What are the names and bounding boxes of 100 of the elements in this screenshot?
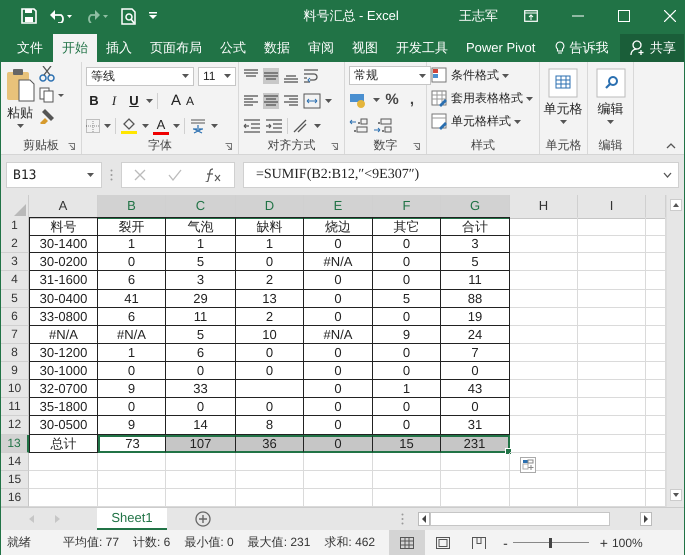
row-header[interactable]: 14 xyxy=(1,452,29,471)
scroll-right-icon[interactable] xyxy=(640,512,652,526)
caret-icon[interactable] xyxy=(419,74,426,78)
caret-icon[interactable] xyxy=(142,124,149,128)
close-icon[interactable] xyxy=(664,10,676,22)
ribbon-tab[interactable]: 视图 xyxy=(343,34,387,62)
format-painter-icon[interactable] xyxy=(39,108,55,124)
comma-button[interactable]: , xyxy=(404,91,420,109)
caret-icon[interactable] xyxy=(314,124,321,128)
increase-indent-icon[interactable] xyxy=(265,118,283,134)
file-tab[interactable]: 文件 xyxy=(1,34,53,62)
insert-function-icon[interactable] xyxy=(204,168,222,182)
caret-icon[interactable] xyxy=(607,120,614,124)
caret-icon[interactable] xyxy=(526,96,533,100)
customize-icon[interactable] xyxy=(149,12,157,20)
zoom-out-button[interactable]: - xyxy=(503,534,508,550)
column-header[interactable]: C xyxy=(166,195,236,219)
caret-icon[interactable] xyxy=(146,99,153,103)
person-add-icon[interactable] xyxy=(630,40,646,56)
row-header[interactable]: 4 xyxy=(1,271,29,290)
dialog-launcher-icon[interactable] xyxy=(331,143,338,150)
maximize-icon[interactable] xyxy=(618,10,630,22)
caret-icon[interactable] xyxy=(560,120,566,124)
zoom-in-button[interactable]: + xyxy=(600,534,608,550)
page-break-icon[interactable] xyxy=(472,536,486,548)
shrink-font-button[interactable]: A xyxy=(182,92,198,110)
view-button[interactable] xyxy=(389,530,426,555)
quick-analysis-icon[interactable] xyxy=(520,456,536,473)
zoom-thumb[interactable] xyxy=(548,538,552,548)
copy-icon[interactable] xyxy=(39,87,65,103)
dialog-launcher-icon[interactable] xyxy=(413,143,420,150)
column-header[interactable]: D xyxy=(236,195,304,219)
align-center-icon[interactable] xyxy=(263,93,279,109)
bold-button[interactable]: B xyxy=(86,92,102,110)
underline-button[interactable]: U xyxy=(126,92,142,110)
caret-icon[interactable] xyxy=(87,173,94,177)
caret-icon[interactable] xyxy=(514,120,521,124)
caret-icon[interactable] xyxy=(373,98,380,102)
column-header[interactable]: B xyxy=(98,195,166,219)
row-header[interactable]: 13 xyxy=(1,434,29,453)
redo-icon[interactable] xyxy=(85,9,109,23)
increase-decimal-icon[interactable] xyxy=(349,117,369,133)
caret-icon[interactable] xyxy=(502,74,509,78)
wrap-text-icon[interactable] xyxy=(303,68,321,84)
lightbulb-icon[interactable] xyxy=(555,41,566,55)
ribbon-display-icon[interactable] xyxy=(524,10,538,22)
horizontal-scrollbar[interactable] xyxy=(418,512,652,526)
row-header[interactable]: 7 xyxy=(1,326,29,344)
font-color-button[interactable]: A xyxy=(153,118,169,134)
row-header[interactable]: 1 xyxy=(1,217,29,236)
row-header[interactable]: 15 xyxy=(1,470,29,489)
ribbon-tab[interactable]: 数据 xyxy=(255,34,299,62)
scrollbar-thumb[interactable] xyxy=(430,512,610,526)
cell-styles-button[interactable]: 单元格样式 xyxy=(431,112,533,131)
name-box[interactable]: B13 xyxy=(6,162,102,188)
ribbon-tab[interactable]: 页面布局 xyxy=(141,34,211,62)
cells-button[interactable]: 单元格 xyxy=(544,66,582,136)
column-header[interactable]: I xyxy=(578,195,646,219)
ribbon-tab[interactable]: Power Pivot xyxy=(457,34,544,62)
paste-button[interactable]: 粘贴 xyxy=(5,66,35,136)
row-header[interactable]: 8 xyxy=(1,344,29,362)
row-header[interactable]: 16 xyxy=(1,488,29,508)
italic-button[interactable]: I xyxy=(106,92,122,110)
column-header[interactable]: F xyxy=(373,195,441,219)
row-header[interactable]: 9 xyxy=(1,362,29,380)
row-header[interactable]: 3 xyxy=(1,253,29,272)
caret-icon[interactable] xyxy=(325,99,332,103)
borders-icon[interactable] xyxy=(86,119,100,133)
conditional-format-button[interactable]: 条件格式 xyxy=(431,66,533,85)
row-header[interactable]: 12 xyxy=(1,416,29,435)
caret-icon[interactable] xyxy=(173,124,180,128)
sheet-tab[interactable]: Sheet1 xyxy=(97,508,167,530)
expand-icon[interactable] xyxy=(663,172,672,178)
row-header[interactable]: 6 xyxy=(1,308,29,326)
add-sheet-icon[interactable] xyxy=(195,511,211,527)
scroll-left-icon[interactable] xyxy=(418,512,430,526)
cut-icon[interactable] xyxy=(39,66,55,82)
ribbon-tab[interactable]: 插入 xyxy=(97,34,141,62)
dialog-launcher-icon[interactable] xyxy=(68,143,75,150)
align-middle-icon[interactable] xyxy=(263,68,279,84)
fill-handle[interactable] xyxy=(505,448,512,455)
percent-button[interactable]: % xyxy=(384,91,400,109)
collapse-ribbon-icon[interactable] xyxy=(666,143,676,149)
tell-me-button[interactable]: 告诉我 xyxy=(546,34,618,62)
caret-icon[interactable] xyxy=(104,124,111,128)
caret-icon[interactable] xyxy=(211,124,218,128)
formula-field[interactable]: =SUMIF(B2:B12,″<9E307″) xyxy=(243,162,679,188)
row-header[interactable]: 10 xyxy=(1,380,29,398)
column-header[interactable]: A xyxy=(29,195,98,219)
merge-center-icon[interactable] xyxy=(303,93,321,109)
font-size-field[interactable]: 11 xyxy=(198,66,236,86)
number-format-field[interactable]: 常规 xyxy=(349,66,431,85)
print-preview-icon[interactable] xyxy=(121,8,137,24)
caret-icon[interactable] xyxy=(224,74,231,78)
format-table-button[interactable]: 套用表格格式 xyxy=(431,89,533,108)
fill-color-icon[interactable] xyxy=(120,118,138,134)
zoom-level[interactable]: 100% xyxy=(612,536,643,550)
row-header[interactable]: 11 xyxy=(1,398,29,416)
ribbon-tab[interactable]: 审阅 xyxy=(299,34,343,62)
editing-button[interactable]: 编辑 xyxy=(592,66,629,136)
